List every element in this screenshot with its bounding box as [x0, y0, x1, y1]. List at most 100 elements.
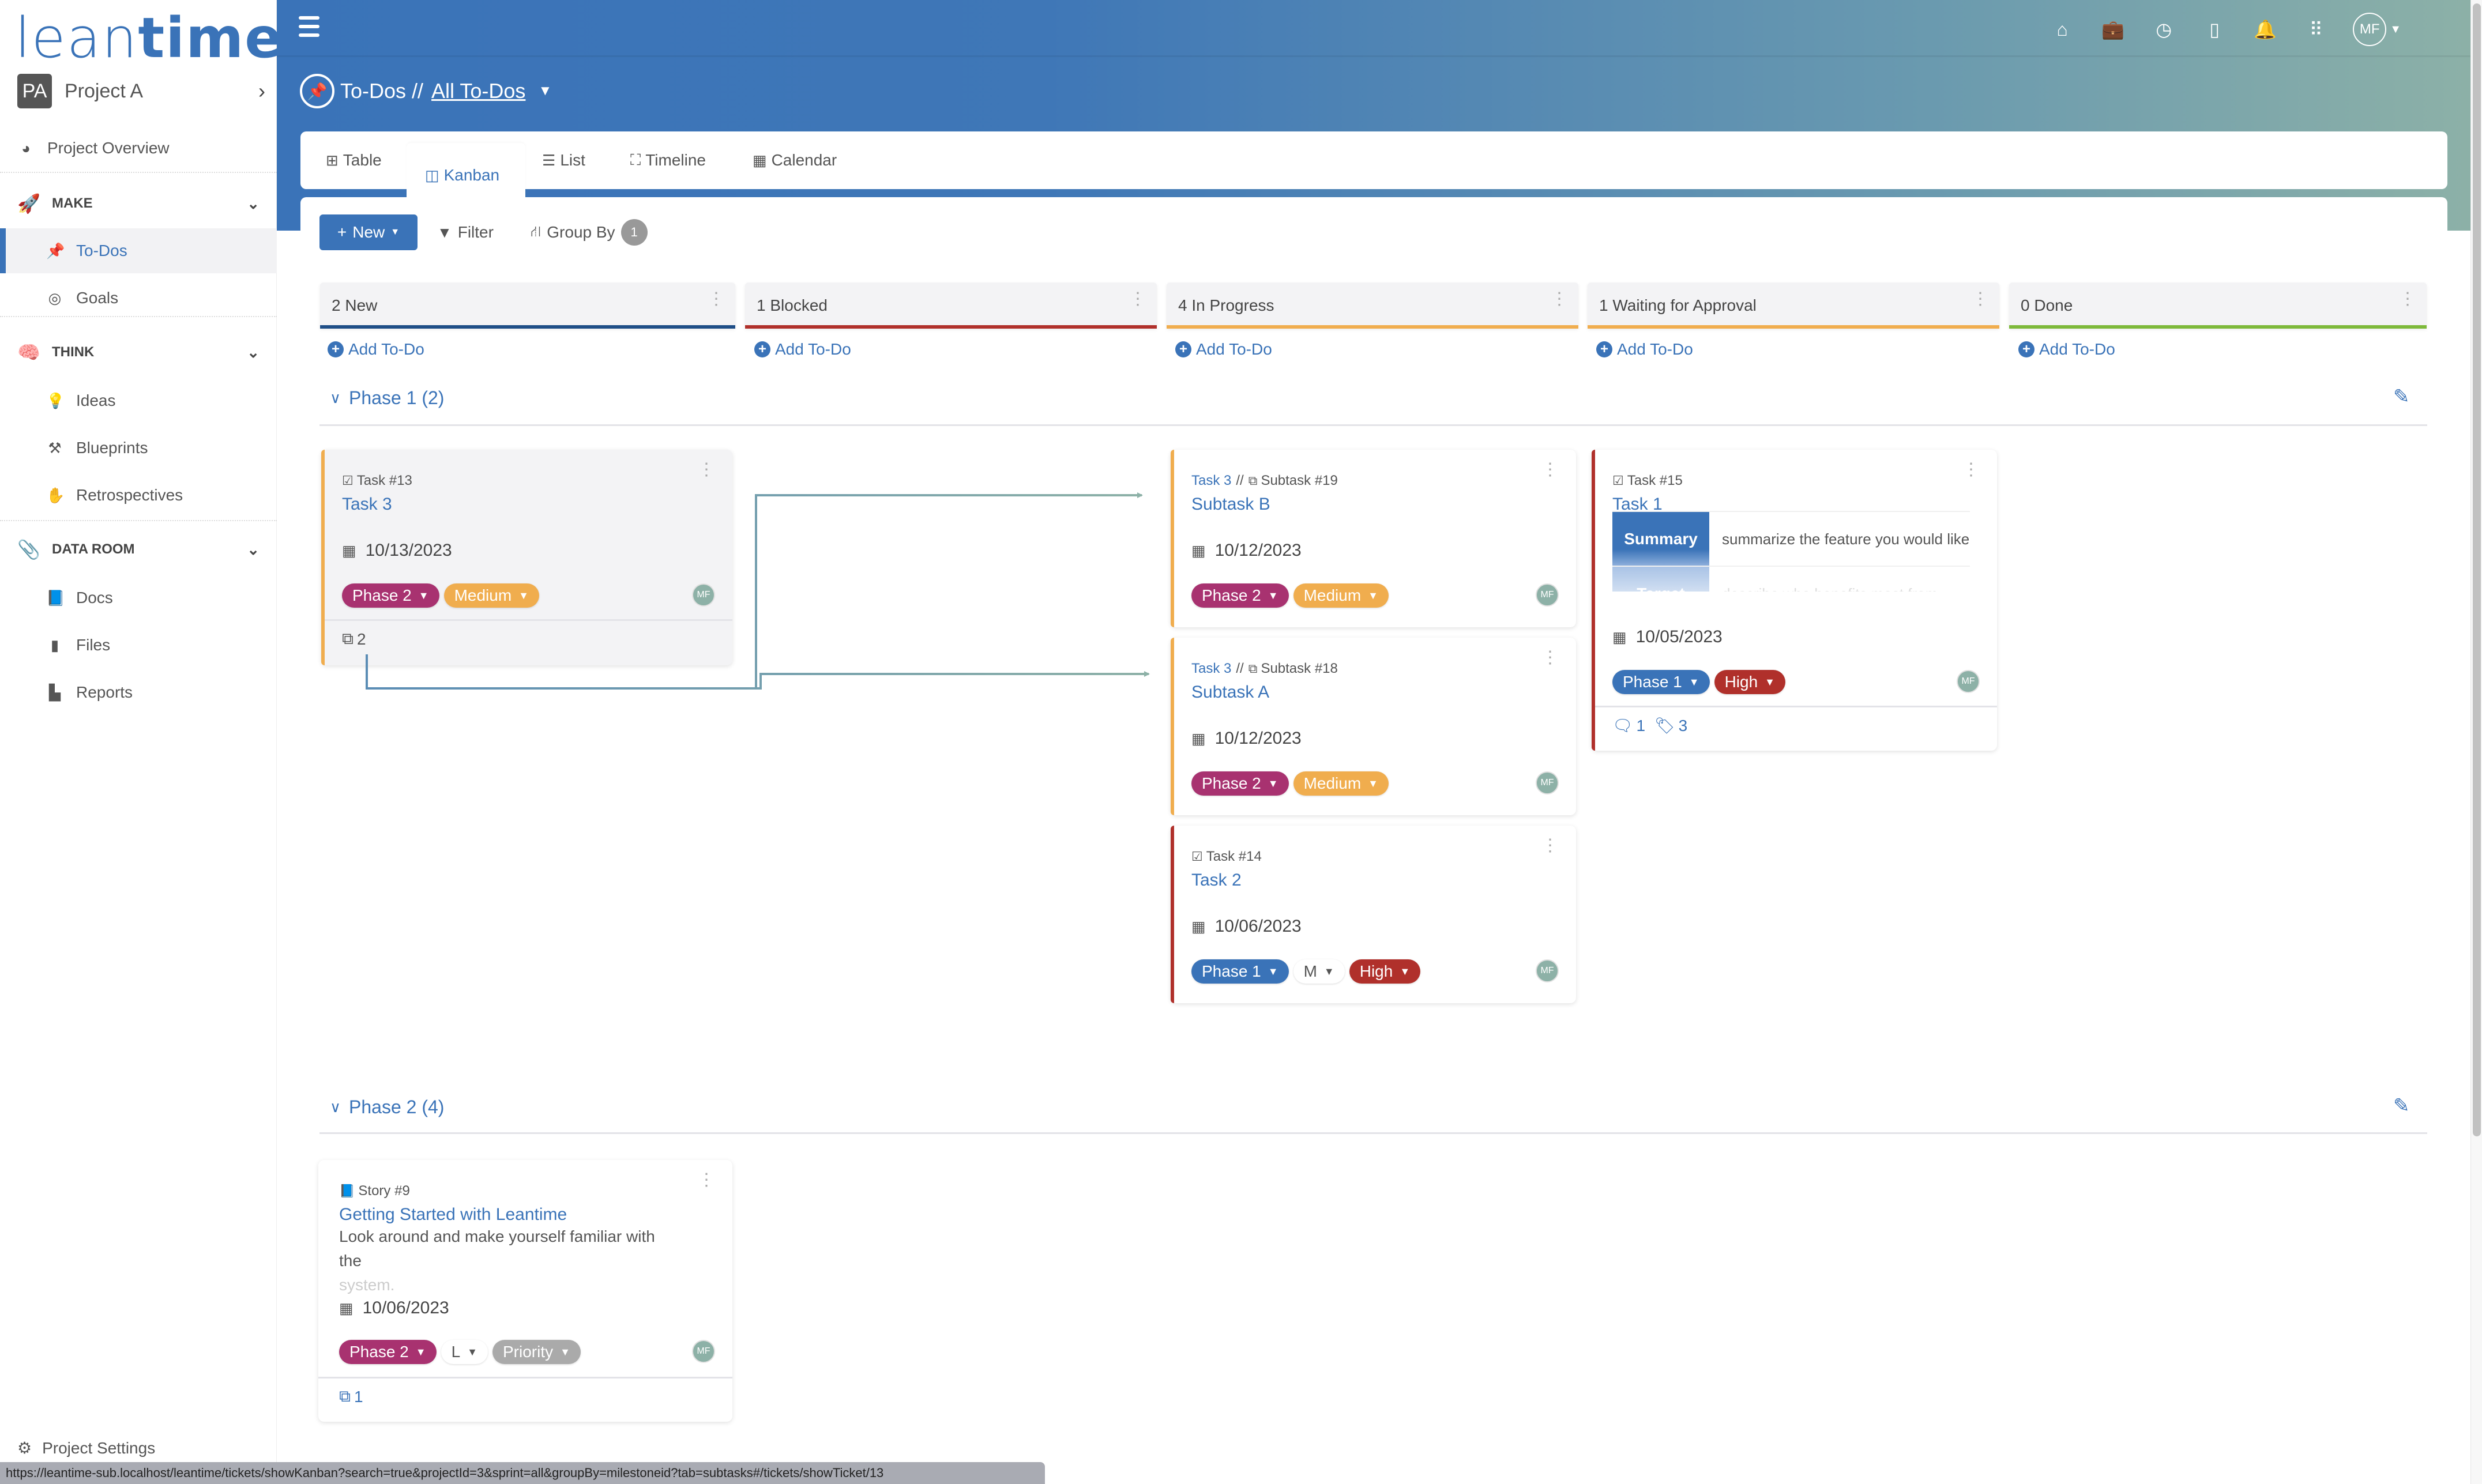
scrollbar-thumb[interactable]: [2473, 3, 2481, 1136]
tab-table[interactable]: ⊞ Table: [326, 131, 382, 189]
card-task-13[interactable]: ☑ Task #13 ⋮ Task 3 ▦ 10/13/2023 Phase 2 ▼ …: [321, 450, 732, 665]
sidebar-item-retrospectives[interactable]: ✋ Retrospectives: [0, 473, 277, 518]
assignee-avatar[interactable]: MF: [1536, 583, 1559, 607]
sidebar-section-make[interactable]: 🚀 MAKE ⌄: [0, 181, 277, 226]
priority-dropdown[interactable]: Priority ▼: [492, 1340, 581, 1364]
parent-link[interactable]: Task 3: [1191, 473, 1231, 489]
milestone-dropdown[interactable]: Phase 1 ▼: [1612, 670, 1710, 694]
subtask-count[interactable]: ⧉ 1: [339, 1387, 363, 1406]
add-todo-button[interactable]: + Add To-Do: [2018, 340, 2115, 359]
priority-dropdown[interactable]: Medium ▼: [1293, 583, 1389, 608]
view-selector-link[interactable]: All To-Dos: [431, 79, 525, 103]
card-task-14[interactable]: ☑ Task #14 ⋮ Task 2 ▦ 10/06/2023 Phase 1 ▼ …: [1171, 826, 1576, 1003]
sidebar-item-goals[interactable]: ◎ Goals: [0, 276, 277, 321]
priority-dropdown[interactable]: High ▼: [1349, 959, 1421, 984]
kebab-menu-icon[interactable]: ⋮: [1541, 649, 1559, 666]
tags-icon[interactable]: 🏷: [1654, 716, 1675, 735]
card-task-15[interactable]: ☑ Task #15 ⋮ Task 1 Summary summarize the…: [1592, 450, 1997, 751]
bell-icon[interactable]: 🔔: [2240, 18, 2291, 40]
project-selector[interactable]: PA Project A ›: [17, 74, 271, 108]
card-subtask-19[interactable]: Task 3//⧉ Subtask #19 ⋮ Subtask B ▦ 10/12/…: [1171, 450, 1576, 627]
apps-grid-icon[interactable]: ⠿: [2291, 18, 2341, 40]
filter-button[interactable]: ▼ Filter: [437, 214, 494, 250]
sidebar-item-ideas[interactable]: 💡 Ideas: [0, 378, 277, 423]
due-date[interactable]: ▦ 10/13/2023: [342, 541, 452, 560]
effort-dropdown[interactable]: M ▼: [1293, 959, 1345, 984]
new-button[interactable]: + New ▼: [319, 214, 418, 250]
calendar-icon[interactable]: ▯: [2189, 18, 2240, 40]
menu-toggle-button[interactable]: [299, 16, 319, 37]
home-icon[interactable]: ⌂: [2037, 19, 2088, 40]
sidebar-item-reports[interactable]: ▙ Reports: [0, 670, 277, 715]
card-title[interactable]: Subtask B: [1191, 495, 1270, 514]
tab-timeline[interactable]: ⛶ Timeline: [630, 131, 706, 189]
group-by-button[interactable]: ⛙ Group By 1: [531, 214, 648, 250]
assignee-avatar[interactable]: MF: [1957, 670, 1980, 693]
sidebar-item-todos[interactable]: 📌 To-Dos: [0, 228, 277, 273]
sidebar-item-docs[interactable]: 📘 Docs: [0, 575, 277, 620]
milestone-dropdown[interactable]: Phase 2 ▼: [1191, 583, 1289, 608]
add-todo-button[interactable]: + Add To-Do: [754, 340, 851, 359]
assignee-avatar[interactable]: MF: [692, 1340, 715, 1363]
milestone-dropdown[interactable]: Phase 1 ▼: [1191, 959, 1289, 984]
priority-dropdown[interactable]: Medium ▼: [443, 583, 539, 608]
clock-icon[interactable]: ◷: [2138, 18, 2189, 40]
card-title[interactable]: Task 2: [1191, 871, 1242, 890]
kebab-menu-icon[interactable]: ⋮: [698, 1172, 715, 1189]
milestone-dropdown[interactable]: Phase 2 ▼: [339, 1340, 437, 1364]
assignee-avatar[interactable]: MF: [1536, 959, 1559, 982]
priority-dropdown[interactable]: Medium ▼: [1293, 771, 1389, 796]
kebab-menu-icon[interactable]: ⋮: [1962, 461, 1980, 479]
milestone-dropdown[interactable]: Phase 2 ▼: [342, 583, 439, 608]
leantime-logo[interactable]: leantime: [15, 6, 283, 70]
user-avatar[interactable]: MF: [2353, 13, 2387, 46]
priority-dropdown[interactable]: High ▼: [1714, 670, 1785, 694]
tab-calendar[interactable]: ▦ Calendar: [753, 131, 837, 189]
kebab-menu-icon[interactable]: ⋮: [1129, 291, 1146, 308]
assignee-avatar[interactable]: MF: [1536, 771, 1559, 794]
kebab-menu-icon[interactable]: ⋮: [1541, 837, 1559, 854]
sidebar-item-project-settings[interactable]: ⚙ Project Settings: [17, 1438, 155, 1457]
assignee-avatar[interactable]: MF: [692, 583, 715, 607]
add-todo-button[interactable]: + Add To-Do: [1596, 340, 1693, 359]
card-title[interactable]: Getting Started with Leantime: [339, 1205, 567, 1225]
parent-link[interactable]: Task 3: [1191, 661, 1231, 677]
add-todo-button[interactable]: + Add To-Do: [1175, 340, 1272, 359]
due-date[interactable]: ▦ 10/12/2023: [1191, 541, 1302, 560]
scrollbar-track[interactable]: [2470, 0, 2482, 1484]
caret-down-icon[interactable]: ▼: [538, 83, 552, 99]
kebab-menu-icon[interactable]: ⋮: [1541, 461, 1559, 479]
subtask-count[interactable]: ⧉ 2: [342, 630, 366, 649]
swimlane-toggle-phase-1[interactable]: ∨ Phase 1 (2): [330, 387, 444, 409]
edit-icon[interactable]: ✎: [2393, 1094, 2410, 1117]
briefcase-icon[interactable]: 💼: [2088, 18, 2138, 40]
due-date[interactable]: ▦ 10/05/2023: [1612, 627, 1723, 647]
add-todo-button[interactable]: + Add To-Do: [328, 340, 424, 359]
card-title[interactable]: Task 3: [342, 495, 392, 514]
comments-icon[interactable]: 🗨: [1612, 716, 1633, 735]
due-date[interactable]: ▦ 10/06/2023: [339, 1298, 449, 1318]
kebab-menu-icon[interactable]: ⋮: [708, 291, 725, 308]
caret-down-icon[interactable]: ▼: [2390, 23, 2401, 36]
sidebar-section-data-room[interactable]: 📎 DATA ROOM ⌄: [0, 527, 277, 572]
tab-list[interactable]: ☰ List: [542, 131, 585, 189]
card-title[interactable]: Subtask A: [1191, 683, 1269, 702]
edit-icon[interactable]: ✎: [2393, 385, 2410, 408]
card-story-9[interactable]: 📘 Story #9 ⋮ Getting Started with Leantim…: [318, 1160, 732, 1422]
due-date[interactable]: ▦ 10/12/2023: [1191, 729, 1302, 748]
sidebar-item-files[interactable]: ▮ Files: [0, 623, 277, 668]
kebab-menu-icon[interactable]: ⋮: [2399, 291, 2416, 308]
kebab-menu-icon[interactable]: ⋮: [1972, 291, 1989, 308]
comment-count[interactable]: 1: [1637, 717, 1646, 735]
tag-count[interactable]: 3: [1679, 717, 1688, 735]
sidebar-item-blueprints[interactable]: ⚒ Blueprints: [0, 425, 277, 470]
sidebar-section-think[interactable]: 🧠 THINK ⌄: [0, 330, 277, 375]
sidebar-item-project-overview[interactable]: ◕ Project Overview: [0, 126, 277, 171]
card-subtask-18[interactable]: Task 3//⧉ Subtask #18 ⋮ Subtask A ▦ 10/12/…: [1171, 638, 1576, 815]
kebab-menu-icon[interactable]: ⋮: [1551, 291, 1568, 308]
due-date[interactable]: ▦ 10/06/2023: [1191, 917, 1302, 936]
kebab-menu-icon[interactable]: ⋮: [698, 461, 715, 479]
milestone-dropdown[interactable]: Phase 2 ▼: [1191, 771, 1289, 796]
effort-dropdown[interactable]: L ▼: [441, 1340, 488, 1364]
swimlane-toggle-phase-2[interactable]: ∨ Phase 2 (4): [330, 1097, 444, 1118]
